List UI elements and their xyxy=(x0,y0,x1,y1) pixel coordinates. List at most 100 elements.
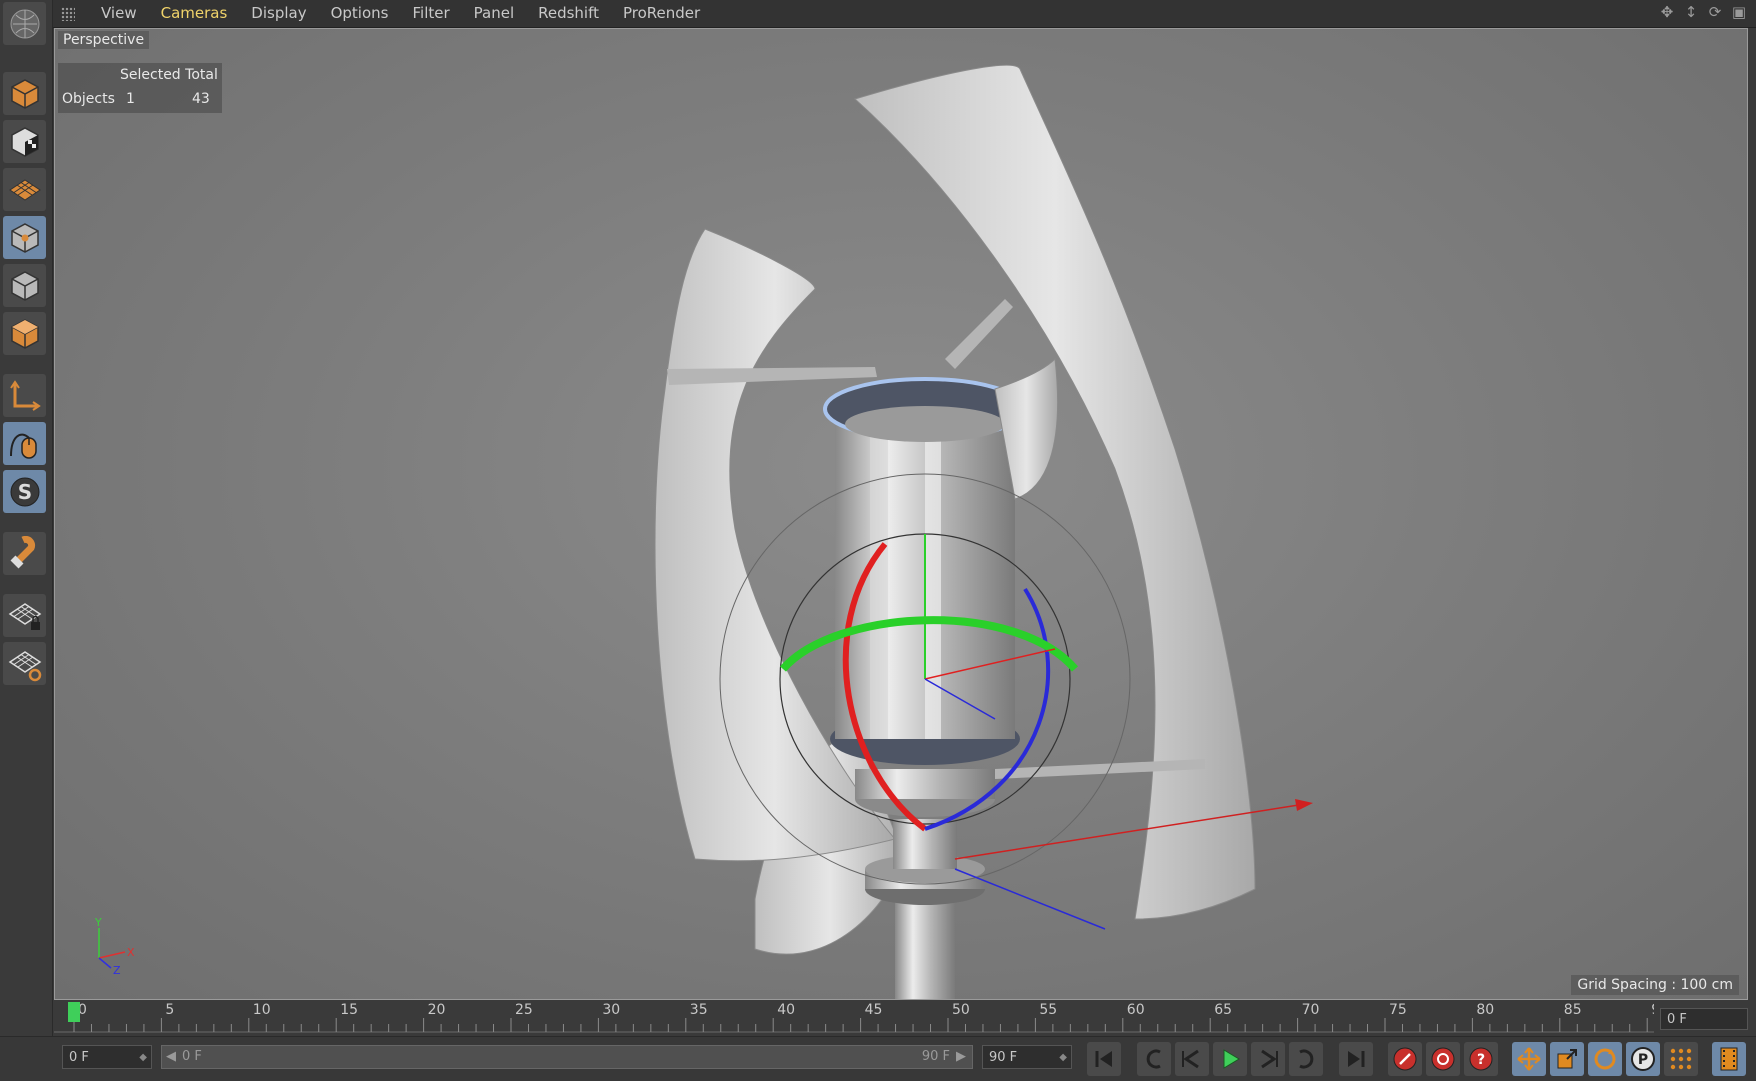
selection-hud: Selected Total Objects 1 43 xyxy=(58,63,222,113)
svg-text:S: S xyxy=(17,480,31,504)
hud-row-label: Objects xyxy=(62,91,115,107)
next-key-icon xyxy=(1299,1049,1314,1069)
start-frame-field[interactable]: 0 F ◆ xyxy=(62,1045,152,1069)
grid-spacing-label: Grid Spacing : 100 cm xyxy=(1571,975,1739,995)
axis-label-y: Y xyxy=(94,916,102,929)
timeline-tick-label: 80 xyxy=(1476,1002,1494,1018)
rotate-view-icon[interactable]: ⟳ xyxy=(1706,3,1724,21)
record-active-objects-button[interactable] xyxy=(1388,1042,1422,1076)
left-toolbar: S xyxy=(0,0,53,1080)
previous-key-button[interactable] xyxy=(1137,1042,1171,1076)
playhead-marker xyxy=(68,1002,80,1022)
animation-toolbar: 0 F ◆ ◀ 0 F 90 F ▶ 90 F ◆ ? P xyxy=(0,1036,1756,1081)
preview-range-slider[interactable]: ◀ 0 F 90 F ▶ xyxy=(161,1045,973,1069)
range-start-label: 0 F xyxy=(182,1049,202,1064)
workplane-mode-icon[interactable] xyxy=(3,168,46,211)
film-strip-icon xyxy=(1720,1047,1738,1071)
timeline-ruler[interactable]: 051015202530354045505560657075808590 xyxy=(54,1000,1654,1034)
go-to-start-icon xyxy=(1095,1051,1112,1067)
menu-panel[interactable]: Panel xyxy=(462,0,526,27)
model-mode-icon[interactable] xyxy=(3,72,46,115)
go-to-end-icon xyxy=(1348,1051,1365,1067)
timeline-tick-label: 75 xyxy=(1389,1002,1407,1018)
menu-options[interactable]: Options xyxy=(319,0,401,27)
current-frame-value: 0 F xyxy=(1667,1012,1687,1027)
hud-total-count: 43 xyxy=(192,91,210,107)
menu-cameras[interactable]: Cameras xyxy=(149,0,240,27)
snap-icon[interactable] xyxy=(3,532,46,575)
timeline-tick-label: 5 xyxy=(165,1002,174,1018)
record-scale-button[interactable] xyxy=(1550,1042,1584,1076)
polygons-mode-icon[interactable] xyxy=(3,312,46,355)
next-frame-icon xyxy=(1261,1049,1278,1069)
end-frame-value: 90 F xyxy=(989,1050,1018,1065)
timeline-tick-label: 40 xyxy=(777,1002,795,1018)
solo-mode-icon[interactable]: S xyxy=(3,470,46,513)
axis-label-x: X xyxy=(127,946,135,959)
range-right-arrow-icon[interactable]: ▶ xyxy=(956,1046,966,1068)
menu-view[interactable]: View xyxy=(89,0,149,27)
perspective-viewport[interactable]: Perspective Selected Total Objects 1 43 … xyxy=(54,28,1748,1000)
record-rotation-button[interactable] xyxy=(1588,1042,1622,1076)
timeline-tick-label: 20 xyxy=(428,1002,446,1018)
texture-mode-icon[interactable] xyxy=(3,120,46,163)
menu-grip-icon[interactable] xyxy=(61,6,75,21)
next-key-button[interactable] xyxy=(1289,1042,1323,1076)
viewport-menu-bar: View Cameras Display Options Filter Pane… xyxy=(0,0,1756,28)
go-to-end-button[interactable] xyxy=(1339,1042,1373,1076)
points-mode-icon[interactable] xyxy=(3,216,46,259)
maximize-view-icon[interactable]: ▣ xyxy=(1730,3,1748,21)
viewport-label[interactable]: Perspective xyxy=(58,31,150,49)
move-view-icon[interactable]: ✥ xyxy=(1658,3,1676,21)
enable-axis-icon[interactable] xyxy=(3,374,46,417)
play-forward-button[interactable] xyxy=(1213,1042,1247,1076)
go-to-start-button[interactable] xyxy=(1087,1042,1121,1076)
menu-filter[interactable]: Filter xyxy=(400,0,461,27)
timeline-tick-label: 70 xyxy=(1302,1002,1320,1018)
end-frame-field[interactable]: 90 F ◆ xyxy=(982,1045,1072,1069)
keyframe-selection-button[interactable]: ? xyxy=(1464,1042,1498,1076)
autokeying-button[interactable] xyxy=(1426,1042,1460,1076)
locked-workplane-icon[interactable] xyxy=(3,594,46,637)
timeline-window-button[interactable] xyxy=(1712,1042,1746,1076)
menu-display[interactable]: Display xyxy=(239,0,318,27)
hud-header: Selected Total xyxy=(120,67,218,83)
keyframe-help-icon: ? xyxy=(1469,1047,1493,1071)
autokeying-icon xyxy=(1431,1047,1455,1071)
tweak-mode-icon[interactable] xyxy=(3,422,46,465)
record-position-button[interactable] xyxy=(1512,1042,1546,1076)
spinner-icon[interactable]: ◆ xyxy=(139,1046,147,1070)
record-parameter-button[interactable]: P xyxy=(1626,1042,1660,1076)
timeline-tick-label: 45 xyxy=(865,1002,883,1018)
point-level-icon xyxy=(1670,1048,1692,1070)
scale-icon xyxy=(1557,1049,1577,1069)
menu-prorender[interactable]: ProRender xyxy=(611,0,712,27)
parameter-icon: P xyxy=(1631,1047,1655,1071)
make-editable-icon[interactable] xyxy=(3,2,46,45)
pan-view-icon[interactable]: ↕ xyxy=(1682,3,1700,21)
edges-mode-icon[interactable] xyxy=(3,264,46,307)
play-icon xyxy=(1223,1049,1240,1069)
hud-selected-count: 1 xyxy=(126,91,135,107)
wind-turbine-model[interactable] xyxy=(55,29,1747,999)
spinner-icon[interactable]: ◆ xyxy=(1059,1046,1067,1070)
previous-frame-button[interactable] xyxy=(1175,1042,1209,1076)
record-point-level-button[interactable] xyxy=(1664,1042,1698,1076)
next-frame-button[interactable] xyxy=(1251,1042,1285,1076)
timeline-tick-label: 15 xyxy=(340,1002,358,1018)
current-frame-field[interactable]: 0 F xyxy=(1660,1008,1748,1030)
timeline-tick-label: 85 xyxy=(1564,1002,1582,1018)
timeline-tick-label: 55 xyxy=(1039,1002,1057,1018)
axis-label-z: Z xyxy=(113,964,121,974)
timeline-tick-label: 35 xyxy=(690,1002,708,1018)
svg-text:P: P xyxy=(1638,1052,1648,1068)
timeline-tick-label: 60 xyxy=(1127,1002,1145,1018)
timeline-tick-label: 50 xyxy=(952,1002,970,1018)
planar-workplane-icon[interactable] xyxy=(3,642,46,685)
range-end-label: 90 F xyxy=(921,1049,950,1064)
timeline-tick-label: 90 xyxy=(1651,1002,1654,1018)
timeline-tick-label: 30 xyxy=(602,1002,620,1018)
range-left-arrow-icon[interactable]: ◀ xyxy=(166,1046,176,1068)
previous-frame-icon xyxy=(1182,1049,1199,1069)
menu-redshift[interactable]: Redshift xyxy=(526,0,611,27)
